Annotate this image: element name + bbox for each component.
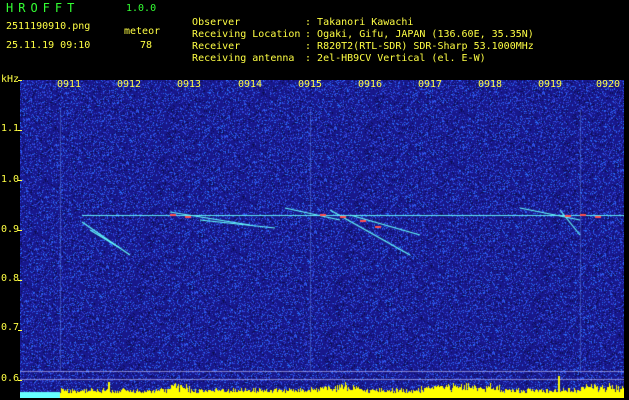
axis-tick	[18, 80, 22, 81]
axis-tick	[18, 280, 22, 281]
axis-tick	[18, 380, 22, 381]
y-tick-label: 1.1	[1, 123, 20, 134]
x-tick-label: 0915	[297, 79, 323, 90]
meteor-label: meteor	[124, 26, 161, 37]
x-tick-label: 0911	[56, 79, 82, 90]
y-tick-label: 1.0	[1, 174, 20, 185]
app-title: HROFFT	[6, 1, 80, 15]
datetime: 25.11.19 09:10	[6, 40, 91, 51]
axis-tick	[18, 230, 22, 231]
x-tick-label: 0920	[595, 79, 621, 90]
axis-tick	[18, 180, 22, 181]
x-tick-label: 0912	[116, 79, 142, 90]
x-tick-label: 0917	[417, 79, 443, 90]
axis-tick	[18, 130, 22, 131]
y-tick-label: 0.6	[1, 373, 20, 384]
info-separator: :	[305, 53, 312, 64]
filename: 2511190910.png	[6, 21, 91, 32]
axis-unit-label: kHz	[1, 74, 20, 85]
meteor-count: 78	[140, 40, 153, 51]
y-tick-label: 0.8	[1, 273, 20, 284]
info-row-antenna: Receiving antenna:2el-HB9CV Vertical (el…	[180, 41, 486, 65]
y-tick-label: 0.9	[1, 224, 20, 235]
app-version: 1.0.0	[126, 3, 157, 14]
axis-tick	[18, 330, 22, 331]
x-tick-label: 0918	[477, 79, 503, 90]
x-tick-label: 0913	[176, 79, 202, 90]
x-tick-label: 0916	[357, 79, 383, 90]
y-tick-label: 0.7	[1, 322, 20, 333]
info-key: Receiving antenna	[192, 53, 295, 64]
info-value: 2el-HB9CV Vertical (el. E-W)	[317, 53, 486, 64]
x-tick-label: 0919	[537, 79, 563, 90]
x-tick-label: 0914	[237, 79, 263, 90]
spectrogram-canvas	[20, 80, 624, 398]
